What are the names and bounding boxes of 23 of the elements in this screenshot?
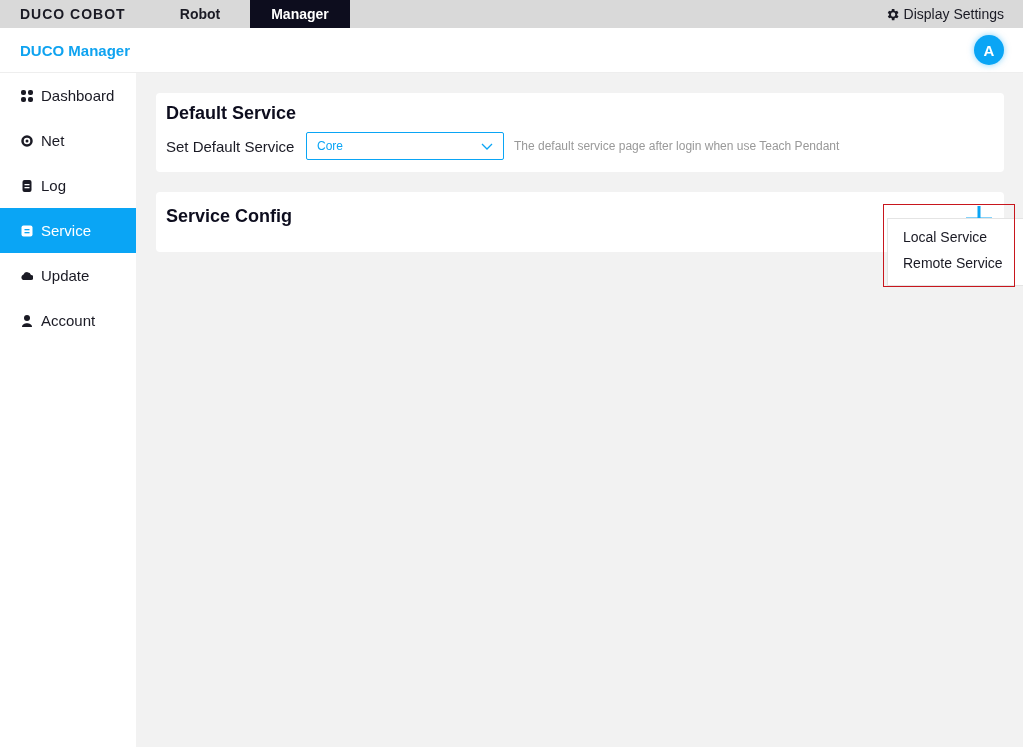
menu-item[interactable]: Remote Service — [888, 252, 1023, 278]
document-icon — [21, 224, 33, 237]
app-title: DUCO Manager — [20, 41, 131, 59]
field-label: Set Default Service — [166, 137, 296, 155]
display-settings-button[interactable]: Display Settings — [878, 0, 1023, 28]
card-title: Service Config — [166, 206, 293, 227]
sidebar-item[interactable]: Dashboard — [0, 73, 136, 118]
target-icon — [21, 134, 33, 147]
grid-icon — [21, 89, 33, 102]
chevron-icon — [481, 142, 493, 150]
top-tab[interactable]: Robot — [150, 0, 250, 28]
sidebar-item[interactable]: Account — [0, 298, 136, 343]
clipboard-icon — [21, 179, 33, 192]
sidebar-item[interactable]: Log — [0, 163, 136, 208]
sidebar-item[interactable]: Update — [0, 253, 136, 298]
menu-item[interactable]: Local Service — [888, 226, 1023, 252]
card-title: Default Service — [166, 103, 297, 124]
person-icon — [21, 314, 33, 327]
top-tab[interactable]: Manager — [250, 0, 350, 28]
logo: DUCO COBOT — [19, 5, 127, 24]
sidebar-item[interactable]: Net — [0, 118, 136, 163]
cloud-icon — [21, 269, 33, 282]
hint-text: The default service page after login when use Teach Pendant — [514, 139, 840, 153]
